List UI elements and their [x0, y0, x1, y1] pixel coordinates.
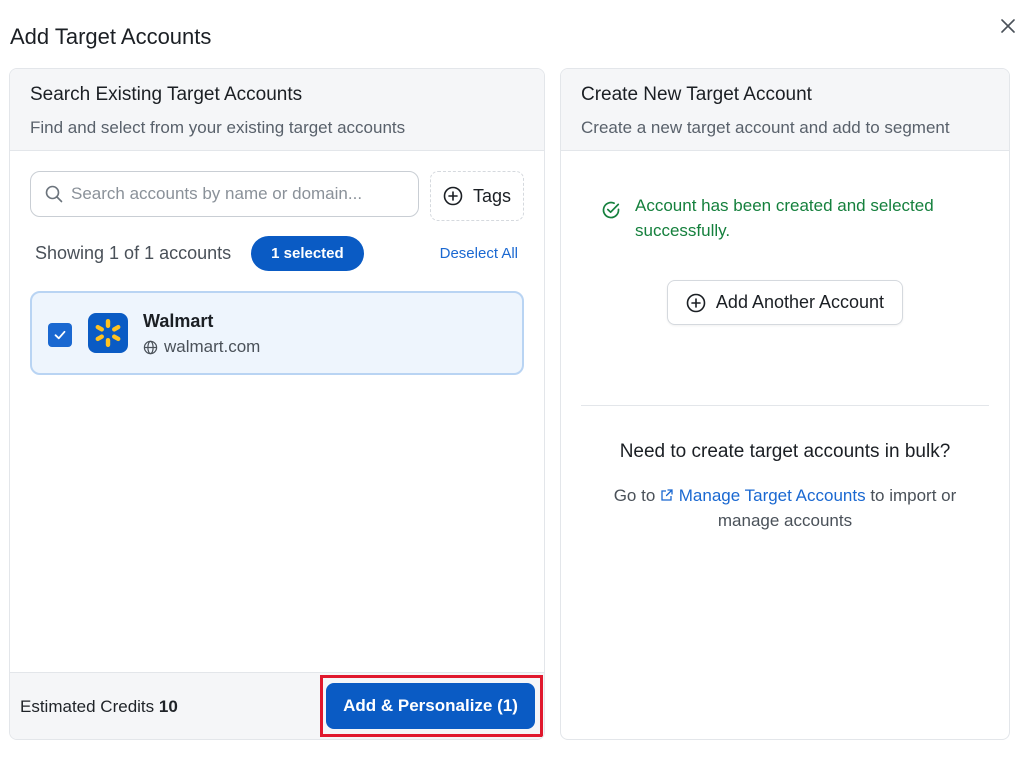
- deselect-all-link[interactable]: Deselect All: [440, 245, 518, 262]
- left-panel-footer: Estimated Credits 10 Add & Personalize (…: [10, 672, 544, 739]
- account-checkbox[interactable]: [48, 323, 72, 347]
- account-domain: walmart.com: [143, 337, 260, 357]
- tags-button[interactable]: Tags: [430, 171, 524, 221]
- panel-header: Create New Target Account Create a new t…: [561, 69, 1009, 151]
- divider: [581, 405, 989, 406]
- manage-link-text: Manage Target Accounts: [678, 486, 866, 505]
- account-name: Walmart: [143, 311, 214, 331]
- account-row-walmart[interactable]: Walmart walmart.com: [30, 291, 524, 375]
- panel-header: Search Existing Target Accounts Find and…: [10, 69, 544, 151]
- add-personalize-button[interactable]: Add & Personalize (1): [326, 683, 535, 729]
- search-box[interactable]: [30, 171, 419, 217]
- success-message: Account has been created and selected su…: [601, 193, 961, 243]
- panel-title: Create New Target Account: [581, 84, 812, 105]
- panel-subtitle: Create a new target account and add to s…: [581, 118, 950, 137]
- search-row: Tags: [30, 171, 524, 221]
- close-icon: [1001, 19, 1015, 33]
- search-input[interactable]: [71, 184, 401, 204]
- add-another-account-button[interactable]: Add Another Account: [667, 280, 903, 325]
- account-domain-text: walmart.com: [164, 337, 261, 356]
- bulk-instructions: Go to Manage Target Accounts to import o…: [591, 483, 979, 533]
- modal-title: Add Target Accounts: [10, 24, 212, 49]
- walmart-spark-icon: [88, 313, 128, 353]
- credits-value: 10: [158, 697, 178, 716]
- close-button[interactable]: [998, 16, 1018, 36]
- estimated-credits: Estimated Credits 10: [20, 697, 178, 717]
- bulk-prefix: Go to: [613, 486, 656, 505]
- manage-target-accounts-link[interactable]: Manage Target Accounts: [660, 486, 870, 505]
- selected-badge: 1 selected: [251, 235, 364, 271]
- bulk-title: Need to create target accounts in bulk?: [619, 441, 951, 462]
- tags-label: Tags: [472, 185, 512, 206]
- plus-circle-icon: [686, 293, 706, 312]
- credits-label: Estimated Credits: [20, 697, 155, 716]
- results-status-row: Showing 1 of 1 accounts 1 selected Desel…: [35, 235, 518, 271]
- search-icon: [45, 185, 63, 203]
- create-new-panel: Create New Target Account Create a new t…: [560, 68, 1010, 740]
- add-another-label: Add Another Account: [715, 292, 885, 312]
- add-target-accounts-modal: Add Target Accounts Search Existing Targ…: [0, 0, 1032, 767]
- plus-circle-icon: [443, 186, 463, 206]
- panel-title: Search Existing Target Accounts: [30, 84, 303, 105]
- showing-count: Showing 1 of 1 accounts: [35, 242, 232, 263]
- panel-subtitle: Find and select from your existing targe…: [30, 118, 406, 137]
- globe-icon: [143, 340, 158, 354]
- external-link-icon: [661, 489, 673, 501]
- check-circle-icon: [602, 201, 620, 219]
- search-existing-panel: Search Existing Target Accounts Find and…: [9, 68, 545, 740]
- checkmark-icon: [54, 330, 66, 340]
- success-text: Account has been created and selected su…: [635, 196, 934, 240]
